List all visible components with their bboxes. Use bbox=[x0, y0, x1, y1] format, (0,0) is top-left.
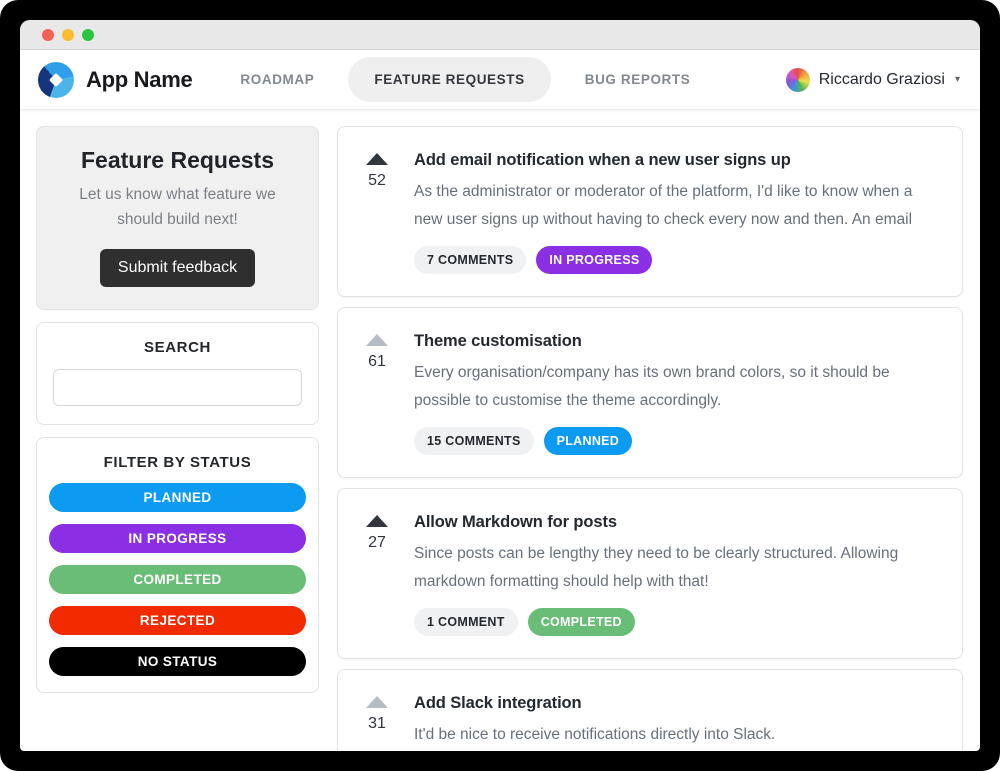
post-title: Allow Markdown for posts bbox=[414, 513, 938, 532]
user-name: Riccardo Graziosi bbox=[819, 71, 945, 89]
vote-count: 31 bbox=[360, 715, 394, 733]
main-nav: ROADMAP FEATURE REQUESTS BUG REPORTS bbox=[222, 57, 708, 102]
vote-count: 52 bbox=[360, 172, 394, 190]
post-title: Add email notification when a new user s… bbox=[414, 151, 938, 170]
board-title: Feature Requests bbox=[53, 147, 302, 174]
post-badges: 7 COMMENTS IN PROGRESS bbox=[414, 246, 938, 274]
minimize-window-button[interactable] bbox=[62, 29, 74, 41]
logo-diamond-shape bbox=[49, 72, 63, 86]
search-panel: SEARCH bbox=[36, 322, 319, 425]
comments-badge: 15 COMMENTS bbox=[414, 427, 534, 455]
post-body: Theme customisation Every organisation/c… bbox=[414, 332, 938, 455]
status-badge: PLANNED bbox=[544, 427, 633, 455]
filter-status-completed[interactable]: COMPLETED bbox=[49, 565, 306, 594]
upvote-arrow-icon bbox=[366, 334, 388, 346]
avatar bbox=[786, 68, 810, 92]
post-description: Every organisation/company has its own b… bbox=[414, 359, 938, 415]
post-title: Theme customisation bbox=[414, 332, 938, 351]
comments-badge: 1 COMMENT bbox=[414, 608, 518, 636]
filter-status-in-progress[interactable]: IN PROGRESS bbox=[49, 524, 306, 553]
submit-feedback-button[interactable]: Submit feedback bbox=[100, 249, 255, 287]
search-input[interactable] bbox=[53, 369, 302, 406]
maximize-window-button[interactable] bbox=[82, 29, 94, 41]
comments-badge: 7 COMMENTS bbox=[414, 246, 526, 274]
post-card[interactable]: 61 Theme customisation Every organisatio… bbox=[337, 307, 963, 478]
post-body: Add email notification when a new user s… bbox=[414, 151, 938, 274]
filter-status-planned[interactable]: PLANNED bbox=[49, 483, 306, 512]
status-badge: IN PROGRESS bbox=[536, 246, 652, 274]
post-list: 52 Add email notification when a new use… bbox=[337, 126, 963, 751]
upvote-button[interactable]: 31 bbox=[360, 694, 394, 733]
filter-status-no-status[interactable]: NO STATUS bbox=[49, 647, 306, 676]
upvote-button[interactable]: 61 bbox=[360, 332, 394, 371]
post-badges: 15 COMMENTS PLANNED bbox=[414, 427, 938, 455]
vote-count: 27 bbox=[360, 534, 394, 552]
intro-panel: Feature Requests Let us know what featur… bbox=[36, 126, 319, 310]
browser-window: App Name ROADMAP FEATURE REQUESTS BUG RE… bbox=[20, 20, 980, 751]
post-card[interactable]: 52 Add email notification when a new use… bbox=[337, 126, 963, 297]
post-title: Add Slack integration bbox=[414, 694, 938, 713]
status-badge: COMPLETED bbox=[528, 608, 635, 636]
post-card[interactable]: 31 Add Slack integration It'd be nice to… bbox=[337, 669, 963, 751]
post-description: As the administrator or moderator of the… bbox=[414, 178, 938, 234]
post-badges: 1 COMMENT COMPLETED bbox=[414, 608, 938, 636]
upvote-arrow-icon bbox=[366, 153, 388, 165]
upvote-button[interactable]: 52 bbox=[360, 151, 394, 190]
upvote-button[interactable]: 27 bbox=[360, 513, 394, 552]
post-description: It'd be nice to receive notifications di… bbox=[414, 721, 938, 751]
post-body: Allow Markdown for posts Since posts can… bbox=[414, 513, 938, 636]
app-name: App Name bbox=[86, 67, 192, 93]
nav-tab-bug-reports[interactable]: BUG REPORTS bbox=[567, 57, 709, 102]
filter-panel: FILTER BY STATUS PLANNED IN PROGRESS COM… bbox=[36, 437, 319, 693]
board-subtitle: Let us know what feature we should build… bbox=[53, 183, 302, 233]
window-titlebar bbox=[20, 20, 980, 50]
nav-tab-feature-requests[interactable]: FEATURE REQUESTS bbox=[348, 57, 550, 102]
page-content: Feature Requests Let us know what featur… bbox=[20, 110, 980, 751]
upvote-arrow-icon bbox=[366, 696, 388, 708]
app-logo-icon[interactable] bbox=[38, 62, 74, 98]
chevron-down-icon: ▾ bbox=[955, 74, 960, 85]
upvote-arrow-icon bbox=[366, 515, 388, 527]
close-window-button[interactable] bbox=[42, 29, 54, 41]
app-header: App Name ROADMAP FEATURE REQUESTS BUG RE… bbox=[20, 50, 980, 110]
filter-panel-title: FILTER BY STATUS bbox=[49, 454, 306, 471]
nav-tab-roadmap[interactable]: ROADMAP bbox=[222, 57, 332, 102]
sidebar: Feature Requests Let us know what featur… bbox=[36, 126, 319, 705]
vote-count: 61 bbox=[360, 353, 394, 371]
post-body: Add Slack integration It'd be nice to re… bbox=[414, 694, 938, 751]
search-panel-title: SEARCH bbox=[53, 339, 302, 356]
post-card[interactable]: 27 Allow Markdown for posts Since posts … bbox=[337, 488, 963, 659]
post-description: Since posts can be lengthy they need to … bbox=[414, 540, 938, 596]
user-menu[interactable]: Riccardo Graziosi ▾ bbox=[786, 68, 960, 92]
filter-status-rejected[interactable]: REJECTED bbox=[49, 606, 306, 635]
